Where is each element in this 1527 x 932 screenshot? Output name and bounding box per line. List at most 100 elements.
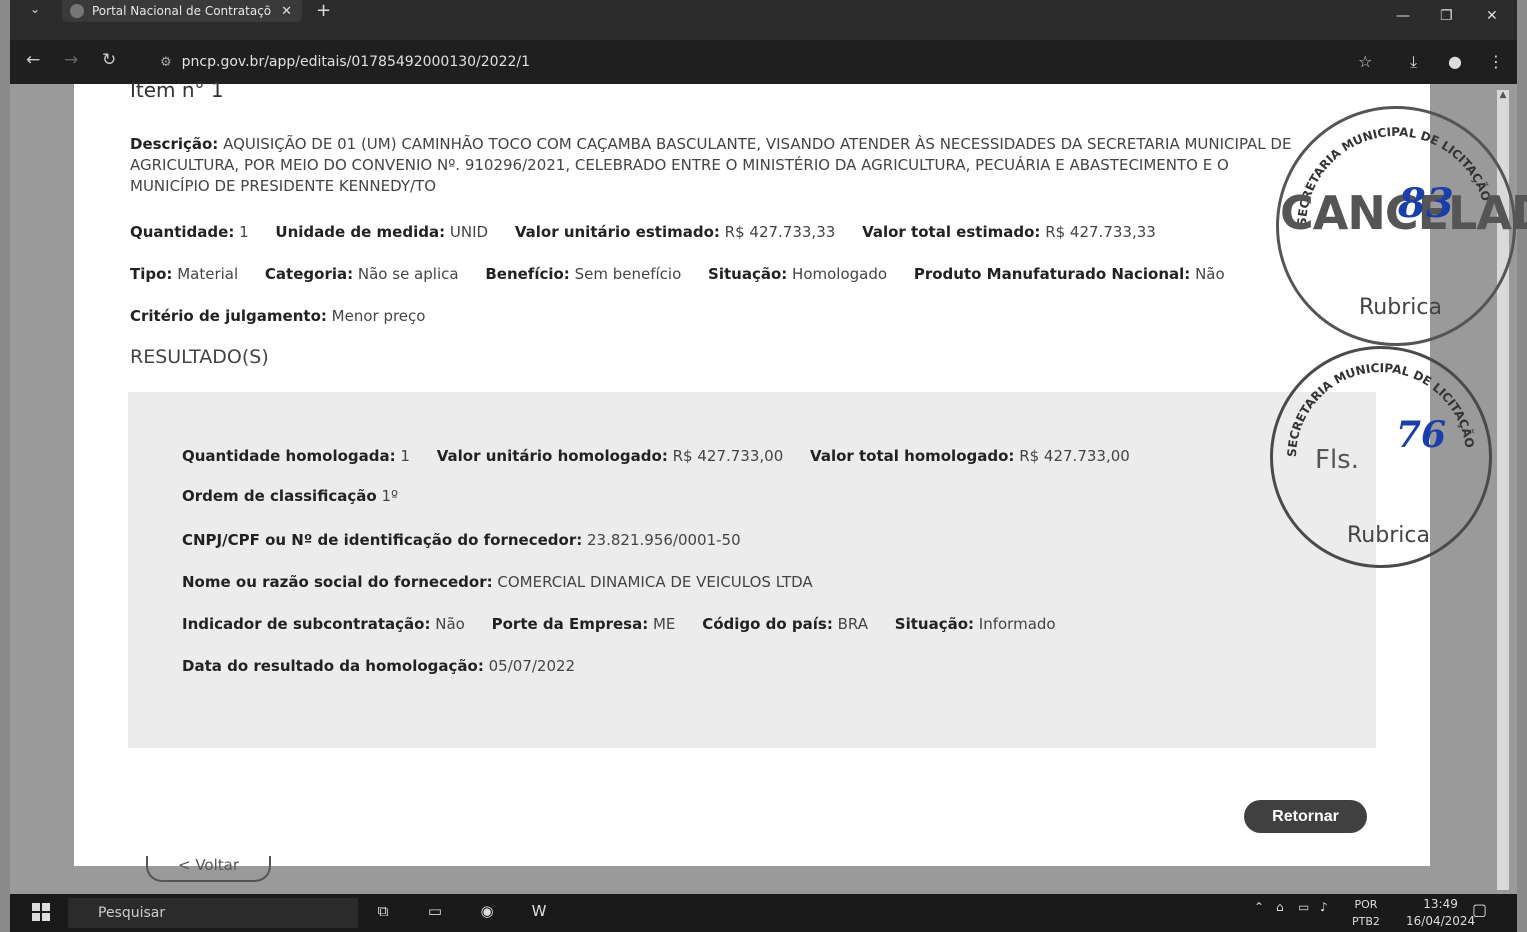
resultado-situacao-label: Situação: bbox=[894, 615, 975, 633]
windows-start-icon[interactable] bbox=[32, 903, 50, 921]
valor-total-label: Valor total estimado: bbox=[862, 223, 1041, 241]
address-bar[interactable]: ⚙ pncp.gov.br/app/editais/01785492000130… bbox=[150, 47, 1350, 77]
minimize-icon[interactable]: — bbox=[1396, 8, 1410, 24]
item-title: Item n° 1 bbox=[130, 78, 224, 102]
tab-title: Portal Nacional de Contrataçõ bbox=[92, 4, 272, 18]
svg-text:SECRETARIA MUNICIPAL DE LICITA: SECRETARIA MUNICIPAL DE LICITAÇÃO bbox=[1285, 361, 1477, 457]
vt-homologado-value: R$ 427.733,00 bbox=[1019, 447, 1130, 465]
chrome-icon[interactable]: ◉ bbox=[476, 902, 498, 924]
porte-label: Porte da Empresa: bbox=[491, 615, 649, 633]
close-window-icon[interactable]: ✕ bbox=[1486, 8, 1498, 24]
lang-bottom: PTB2 bbox=[1352, 915, 1380, 928]
pais-label: Código do país: bbox=[702, 615, 833, 633]
situacao-value: Homologado bbox=[792, 265, 888, 283]
forward-arrow-icon[interactable]: → bbox=[64, 50, 78, 70]
search-placeholder: Pesquisar bbox=[98, 905, 166, 921]
unidade-value: UNID bbox=[449, 223, 489, 241]
cnpj-label: CNPJ/CPF ou Nº de identificação do forne… bbox=[182, 531, 583, 549]
tray-monitor-icon[interactable]: ▭ bbox=[1298, 900, 1309, 914]
task-view-icon[interactable]: ⧉ bbox=[372, 902, 394, 924]
stamp2-rubrica: Rubrica bbox=[1347, 523, 1430, 548]
descricao-label: Descrição: bbox=[130, 135, 219, 153]
subcontratacao-row: Indicador de subcontratação: Não Porte d… bbox=[182, 614, 1078, 635]
browser-tab[interactable]: Portal Nacional de Contrataçõ ✕ bbox=[62, 0, 302, 22]
windows-taskbar: Pesquisar ⧉ ▭ ◉ W ⌃ ⌂ ▭ ♪ POR PTB2 13:49… bbox=[10, 894, 1517, 932]
tray-chevron-up-icon[interactable]: ⌃ bbox=[1254, 900, 1264, 914]
stamp2-fls: Fls. bbox=[1315, 445, 1359, 475]
taskbar-clock[interactable]: 13:49 16/04/2024 bbox=[1406, 896, 1475, 930]
scroll-up-icon[interactable]: ▲ bbox=[1497, 90, 1509, 100]
clock-date: 16/04/2024 bbox=[1406, 914, 1476, 928]
quantidade-label: Quantidade: bbox=[130, 223, 235, 241]
fornecedor-value: COMERCIAL DINAMICA DE VEICULOS LTDA bbox=[497, 573, 813, 591]
resultado-situacao-value: Informado bbox=[978, 615, 1056, 633]
reload-icon[interactable]: ↻ bbox=[102, 50, 116, 70]
browser-tab-bar: ⌄ Portal Nacional de Contrataçõ ✕ + — ❐ … bbox=[10, 0, 1517, 40]
criterio-row: Critério de julgamento: Menor preço bbox=[130, 306, 425, 327]
data-homologacao-row: Data do resultado da homologação: 05/07/… bbox=[182, 656, 575, 677]
categoria-label: Categoria: bbox=[264, 265, 354, 283]
restore-icon[interactable]: ❐ bbox=[1440, 8, 1453, 24]
bookmark-star-icon[interactable]: ☆ bbox=[1358, 52, 1372, 71]
stamp1-rubrica: Rubrica bbox=[1359, 295, 1442, 320]
tipo-value: Material bbox=[177, 265, 239, 283]
clock-time: 13:49 bbox=[1423, 897, 1458, 911]
produto-label: Produto Manufaturado Nacional: bbox=[913, 265, 1191, 283]
fls-stamp: SECRETARIA MUNICIPAL DE LICITAÇÃO Fls. R… bbox=[1270, 346, 1492, 568]
tray-volume-icon[interactable]: ♪ bbox=[1320, 900, 1328, 914]
vt-homologado-label: Valor total homologado: bbox=[810, 447, 1015, 465]
item-quantities-row: Quantidade: 1 Unidade de medida: UNID Va… bbox=[130, 222, 1178, 243]
close-tab-icon[interactable]: ✕ bbox=[281, 4, 292, 19]
qtd-homologada-value: 1 bbox=[400, 447, 410, 465]
lang-top: POR bbox=[1354, 898, 1378, 911]
qtd-homologada-label: Quantidade homologada: bbox=[182, 447, 396, 465]
pais-value: BRA bbox=[837, 615, 868, 633]
stamp2-text: SECRETARIA MUNICIPAL DE LICITAÇÃO bbox=[1285, 361, 1477, 457]
tipo-label: Tipo: bbox=[130, 265, 173, 283]
fornecedor-row: Nome ou razão social do fornecedor: COME… bbox=[182, 572, 813, 593]
unidade-label: Unidade de medida: bbox=[275, 223, 446, 241]
valor-unitario-label: Valor unitário estimado: bbox=[514, 223, 720, 241]
handwritten-page-number-2: 76 bbox=[1396, 414, 1447, 456]
item-description: Descrição: AQUISIÇÃO DE 01 (UM) CAMINHÃO… bbox=[130, 134, 1310, 197]
categoria-value: Não se aplica bbox=[357, 265, 459, 283]
valor-unitario-value: R$ 427.733,33 bbox=[724, 223, 836, 241]
taskbar-search[interactable]: Pesquisar bbox=[68, 898, 358, 928]
profile-icon[interactable]: ● bbox=[1448, 52, 1462, 71]
site-settings-icon[interactable]: ⚙ bbox=[160, 55, 172, 70]
tray-network-icon[interactable]: ⌂ bbox=[1276, 900, 1284, 914]
voltar-button[interactable]: < Voltar bbox=[146, 856, 271, 882]
situacao-label: Situação: bbox=[708, 265, 788, 283]
retornar-button[interactable]: Retornar bbox=[1244, 800, 1367, 833]
new-tab-button[interactable]: + bbox=[316, 0, 331, 21]
quantidade-value: 1 bbox=[239, 223, 249, 241]
handwritten-page-number-1: 83 bbox=[1398, 180, 1454, 227]
resultado-values-row: Quantidade homologada: 1 Valor unitário … bbox=[182, 446, 1152, 467]
item-type-row: Tipo: Material Categoria: Não se aplica … bbox=[130, 264, 1247, 285]
notifications-icon[interactable]: ▢ bbox=[1472, 900, 1487, 919]
back-arrow-icon[interactable]: ← bbox=[26, 50, 40, 70]
globe-icon bbox=[70, 4, 84, 18]
ordem-label: Ordem de classificação bbox=[182, 487, 377, 505]
beneficio-label: Benefício: bbox=[485, 265, 570, 283]
subcontratacao-label: Indicador de subcontratação: bbox=[182, 615, 431, 633]
subcontratacao-value: Não bbox=[435, 615, 465, 633]
ordem-value: 1º bbox=[381, 487, 399, 505]
porte-value: ME bbox=[652, 615, 676, 633]
criterio-label: Critério de julgamento: bbox=[130, 307, 327, 325]
produto-value: Não bbox=[1195, 265, 1225, 283]
menu-kebab-icon[interactable]: ⋮ bbox=[1488, 52, 1504, 71]
data-homologacao-label: Data do resultado da homologação: bbox=[182, 657, 484, 675]
file-explorer-icon[interactable]: ▭ bbox=[424, 902, 446, 924]
url-text: pncp.gov.br/app/editais/01785492000130/2… bbox=[181, 54, 531, 70]
word-icon[interactable]: W bbox=[528, 902, 550, 924]
download-icon[interactable]: ⤓ bbox=[1410, 52, 1417, 72]
data-homologacao-value: 05/07/2022 bbox=[488, 657, 576, 675]
tab-search-chevron-icon[interactable]: ⌄ bbox=[30, 2, 40, 16]
criterio-value: Menor preço bbox=[331, 307, 426, 325]
vu-homologado-value: R$ 427.733,00 bbox=[672, 447, 784, 465]
browser-toolbar: ← → ↻ ⚙ pncp.gov.br/app/editais/01785492… bbox=[10, 40, 1517, 84]
language-indicator[interactable]: POR PTB2 bbox=[1352, 896, 1380, 930]
vu-homologado-label: Valor unitário homologado: bbox=[436, 447, 668, 465]
fornecedor-label: Nome ou razão social do fornecedor: bbox=[182, 573, 493, 591]
